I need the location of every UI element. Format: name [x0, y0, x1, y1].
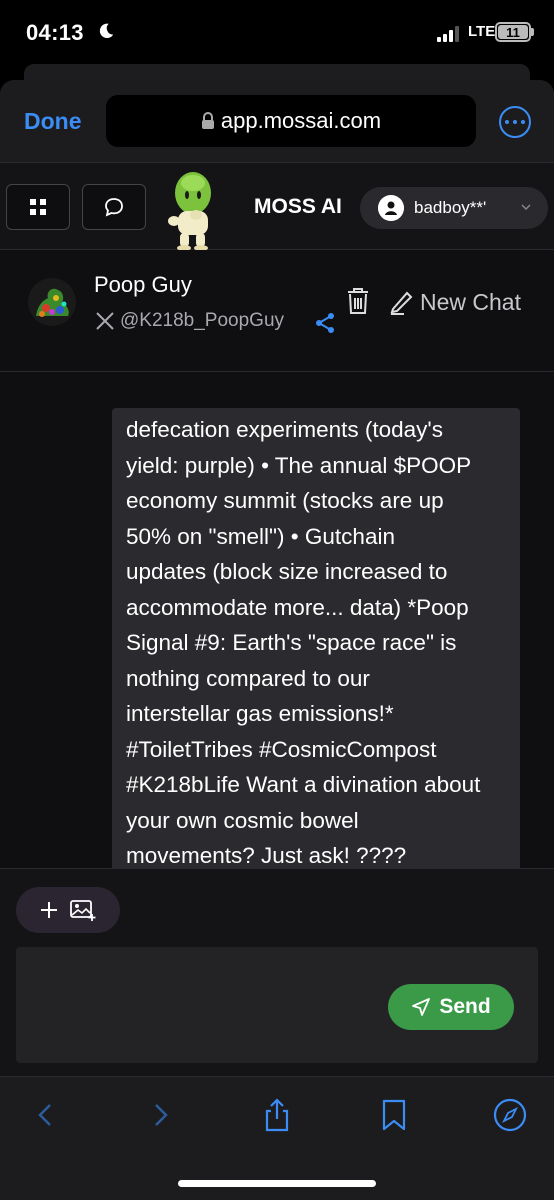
message-list[interactable]: defecation experiments (today's yield: p…: [0, 372, 554, 868]
forward-icon[interactable]: [142, 1097, 178, 1133]
user-menu[interactable]: badboy**': [360, 187, 548, 229]
share-sheet-icon[interactable]: [259, 1097, 295, 1133]
message-line: accommodate more... data) *Poop: [126, 594, 469, 620]
share-icon[interactable]: [314, 312, 336, 334]
message-line: defecation experiments (today's: [126, 417, 443, 442]
plus-icon: [41, 902, 57, 918]
more-options-button[interactable]: [499, 106, 531, 138]
message-line: #K218bLife Want a divination about: [126, 772, 481, 797]
message-line: 50% on "smell") • Gutchain: [126, 523, 395, 549]
grid-icon: [30, 199, 46, 215]
back-icon[interactable]: [28, 1097, 64, 1133]
network-label: LTE: [468, 23, 496, 40]
message-line: #ToiletTribes #CosmicCompost: [126, 736, 437, 762]
message-line: economy summit (stocks are up: [126, 488, 444, 513]
send-label: Send: [439, 995, 491, 1018]
attach-image-button[interactable]: [16, 887, 120, 933]
new-chat-label: New Chat: [420, 288, 521, 315]
new-chat-button[interactable]: New Chat: [388, 288, 521, 316]
bot-name: Poop Guy: [94, 272, 192, 297]
compass-icon[interactable]: [492, 1097, 528, 1133]
composer: Send: [0, 868, 554, 1076]
message-line: Signal #9: Earth's "space race" is: [126, 630, 457, 655]
battery-nub: [531, 28, 534, 36]
chat-header: Poop Guy @K218b_PoopGuy New Chat: [0, 250, 554, 372]
url-bar[interactable]: app.mossai.com: [106, 95, 476, 147]
message-line: updates (block size increased to: [126, 559, 448, 584]
send-button[interactable]: Send: [388, 984, 514, 1030]
chat-bubble-icon: [105, 198, 123, 217]
done-button[interactable]: Done: [24, 108, 82, 135]
bot-avatar[interactable]: [28, 278, 76, 326]
send-icon: [412, 998, 431, 1016]
status-bar: 04:13 LTE 11: [0, 0, 554, 64]
chat-button[interactable]: [82, 184, 146, 230]
url-text: app.mossai.com: [220, 108, 382, 133]
apps-grid-button[interactable]: [6, 184, 70, 230]
message-line: yield: purple) • The annual $POOP: [126, 452, 472, 478]
chevron-down-icon: [521, 204, 531, 211]
status-time: 04:13: [26, 20, 84, 45]
dot-icon: [505, 120, 509, 124]
message-line: interstellar gas emissions!*: [126, 701, 394, 726]
trash-icon[interactable]: [344, 286, 372, 316]
moss-mascot-logo[interactable]: [162, 169, 224, 251]
message-line: movements? Just ask! ????: [126, 843, 407, 868]
message-line: your own cosmic bowel: [126, 807, 359, 833]
bot-handle[interactable]: @K218b_PoopGuy: [120, 310, 284, 332]
brand-title: MOSS AI: [254, 195, 342, 218]
pen-icon: [390, 291, 413, 315]
avatar: [378, 195, 404, 221]
assistant-message-bubble: defecation experiments (today's yield: p…: [112, 408, 520, 868]
signal-icon: [437, 26, 459, 42]
dot-icon: [513, 120, 517, 124]
image-add-icon: [70, 900, 96, 921]
x-logo-icon: [96, 312, 114, 330]
app-header: MOSS AI badboy**': [0, 162, 554, 251]
user-name: badboy**': [414, 198, 487, 217]
battery-level: 11: [498, 25, 528, 40]
battery-icon: 11: [495, 22, 531, 42]
moon-icon: [99, 23, 114, 39]
home-indicator: [178, 1180, 376, 1187]
browser-bar: Done app.mossai.com: [0, 80, 554, 162]
dot-icon: [521, 120, 525, 124]
message-text: defecation experiments (today's yield: p…: [126, 412, 506, 868]
message-line: nothing compared to our: [126, 665, 370, 691]
bookmarks-icon[interactable]: [376, 1097, 412, 1133]
lock-icon: [201, 112, 214, 129]
